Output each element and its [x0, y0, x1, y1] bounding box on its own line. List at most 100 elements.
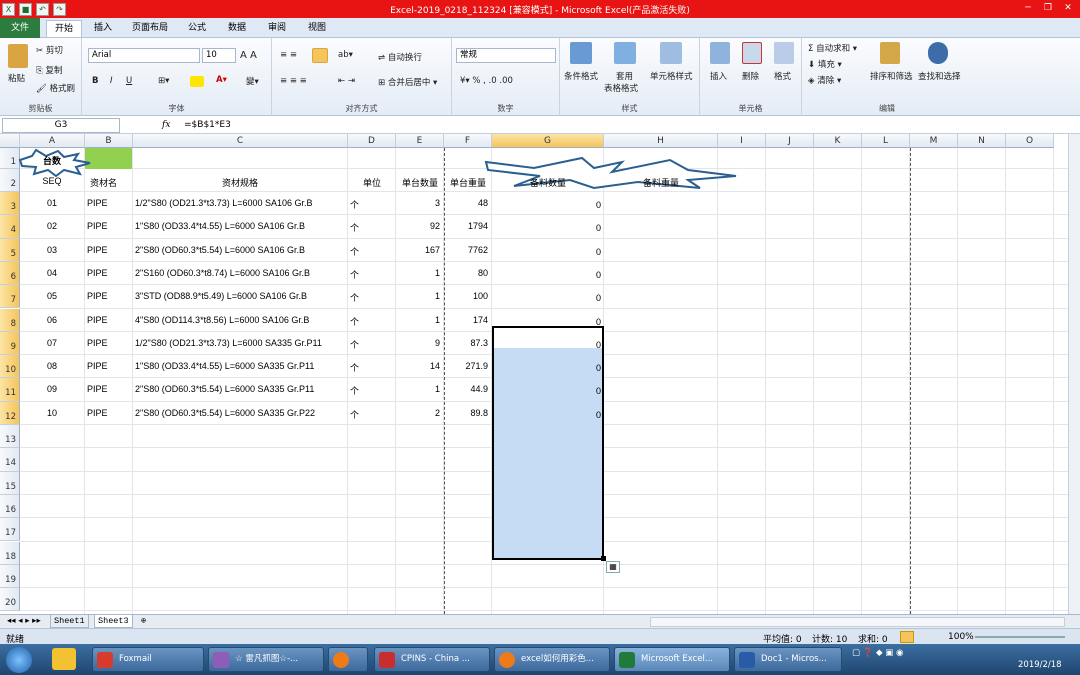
column-header[interactable]: K	[814, 134, 862, 148]
spec-cell[interactable]: 2"S160 (OD60.3*t8.74) L=6000 SA106 Gr.B	[135, 268, 347, 278]
align-left-icon[interactable]: ≡ ≡ ≡	[280, 76, 307, 86]
italic-button[interactable]: I	[110, 76, 113, 86]
number-format-select[interactable]: 常规	[456, 48, 556, 63]
seq-cell[interactable]: 08	[20, 361, 84, 371]
row-header[interactable]: 7	[0, 285, 20, 309]
find-select-icon[interactable]	[928, 42, 948, 64]
seq-cell[interactable]: 04	[20, 268, 84, 278]
weight-cell[interactable]: 1794	[444, 221, 491, 231]
vertical-scrollbar[interactable]	[1068, 134, 1080, 614]
row-header[interactable]: 18	[0, 541, 20, 565]
row-header[interactable]: 13	[0, 425, 20, 449]
format-painter-button[interactable]: 🖌 格式刷	[36, 82, 75, 94]
weight-cell[interactable]: 7762	[444, 245, 491, 255]
name-cell[interactable]: PIPE	[87, 408, 133, 418]
header-unit[interactable]: 单位	[348, 176, 396, 189]
name-cell[interactable]: PIPE	[87, 291, 133, 301]
tab-sheet3[interactable]: Sheet3	[94, 615, 133, 628]
underline-button[interactable]: U	[126, 76, 132, 86]
spec-cell[interactable]: 4"S80 (OD114.3*t8.56) L=6000 SA106 Gr.B	[135, 315, 347, 325]
format-cells-icon[interactable]	[774, 42, 794, 64]
seq-cell[interactable]: 10	[20, 408, 84, 418]
prep-qty-cell[interactable]: 0	[492, 340, 604, 350]
qty-cell[interactable]: 14	[396, 361, 443, 371]
unit-cell[interactable]: 个	[350, 315, 390, 328]
qty-cell[interactable]: 92	[396, 221, 443, 231]
excel-logo-icon[interactable]: X	[2, 2, 15, 16]
undo-icon[interactable]: ↶	[36, 2, 49, 16]
taskbar-cpins[interactable]: CPINS - China ...	[374, 647, 490, 672]
format-table-icon[interactable]	[614, 42, 636, 64]
format-cells-button[interactable]: 格式	[774, 70, 791, 82]
prep-qty-cell[interactable]: 0	[492, 247, 604, 257]
fill-button[interactable]: ⬇ 填充 ▾	[808, 58, 842, 70]
autofill-options-icon[interactable]: ▦	[606, 561, 620, 573]
name-cell[interactable]: PIPE	[87, 268, 133, 278]
tab-home[interactable]: 开始	[46, 20, 82, 37]
row-header[interactable]: 5	[0, 238, 20, 262]
find-select-button[interactable]: 查找和选择	[918, 70, 961, 82]
zoom-level[interactable]: 100%	[948, 632, 974, 642]
horizontal-scrollbar[interactable]	[650, 617, 1065, 627]
paste-icon[interactable]	[8, 44, 28, 68]
format-table-button[interactable]: 套用	[616, 70, 633, 82]
header-qty[interactable]: 单台数量	[396, 176, 444, 189]
tab-review[interactable]: 审阅	[262, 20, 292, 37]
spec-cell[interactable]: 1"S80 (OD33.4*t4.55) L=6000 SA335 Gr.P11	[135, 361, 347, 371]
column-header[interactable]: L	[862, 134, 910, 148]
seq-cell[interactable]: 06	[20, 315, 84, 325]
borders-icon[interactable]: ⊞▾	[158, 76, 169, 86]
prep-qty-cell[interactable]: 0	[492, 293, 604, 303]
prep-qty-cell[interactable]: 0	[492, 410, 604, 420]
header-name[interactable]: 资材名	[90, 176, 134, 189]
font-size-select[interactable]: 10	[202, 48, 236, 63]
column-header[interactable]: F	[444, 134, 492, 148]
header-prep-weight[interactable]: 备料重量	[604, 176, 718, 189]
font-name-select[interactable]: Arial	[88, 48, 200, 63]
column-header[interactable]: N	[958, 134, 1006, 148]
qty-cell[interactable]: 3	[396, 198, 443, 208]
row-header[interactable]: 20	[0, 588, 20, 612]
weight-cell[interactable]: 271.9	[444, 361, 491, 371]
column-header[interactable]: O	[1006, 134, 1054, 148]
spec-cell[interactable]: 1/2"S80 (OD21.3*t3.73) L=6000 SA335 Gr.P…	[135, 338, 347, 348]
name-cell[interactable]: PIPE	[87, 315, 133, 325]
column-header[interactable]: J	[766, 134, 814, 148]
currency-icon[interactable]: ¥▾ % , .0 .00	[460, 76, 513, 86]
orientation-icon[interactable]: ab▾	[338, 50, 353, 60]
align-bottom-icon[interactable]	[312, 48, 328, 63]
taskbar-capture[interactable]: ☆ 雷凡抓图☆-...	[208, 647, 324, 672]
selection-range[interactable]	[492, 326, 604, 560]
system-tray[interactable]: ▢ ❓ ◆ ▣ ◉	[852, 648, 903, 658]
column-header[interactable]: I	[718, 134, 766, 148]
seq-cell[interactable]: 02	[20, 221, 84, 231]
cell-styles-button[interactable]: 单元格样式	[650, 70, 693, 82]
seq-cell[interactable]: 05	[20, 291, 84, 301]
grow-font-icon[interactable]: A A	[240, 50, 257, 61]
prep-qty-cell[interactable]: 0	[492, 317, 604, 327]
weight-cell[interactable]: 100	[444, 291, 491, 301]
tab-file[interactable]: 文件	[0, 18, 40, 38]
row-header[interactable]: 17	[0, 518, 20, 542]
select-all-corner[interactable]	[0, 134, 20, 148]
header-seq[interactable]: SEQ	[20, 176, 84, 186]
worksheet-grid[interactable]: ABCDEFGHIJKLMNO 1 2 3 4 5 6 7 8 9 10 11 12 13 14 15 16 1…	[0, 134, 1068, 614]
prep-qty-cell[interactable]: 0	[492, 386, 604, 396]
unit-cell[interactable]: 个	[350, 198, 390, 211]
wrap-text-button[interactable]: ⇌ 自动换行	[378, 51, 422, 63]
copy-button[interactable]: ⎘ 复制	[36, 64, 63, 76]
conditional-format-button[interactable]: 条件格式	[564, 70, 598, 82]
spec-cell[interactable]: 3"STD (OD88.9*t5.49) L=6000 SA106 Gr.B	[135, 291, 347, 301]
row-header[interactable]: 1	[0, 148, 20, 169]
seq-cell[interactable]: 09	[20, 384, 84, 394]
weight-cell[interactable]: 44.9	[444, 384, 491, 394]
zoom-slider[interactable]	[975, 636, 1065, 638]
weight-cell[interactable]: 89.8	[444, 408, 491, 418]
restore-icon[interactable]: ❐	[1040, 2, 1056, 15]
header-spec[interactable]: 资材规格	[133, 176, 347, 189]
spec-cell[interactable]: 2"S80 (OD60.3*t5.54) L=6000 SA106 Gr.B	[135, 245, 347, 255]
formula-input[interactable]: =$B$1*E3	[184, 118, 231, 133]
header-prep-qty[interactable]: 备料数量	[492, 176, 604, 189]
sort-filter-button[interactable]: 排序和筛选	[870, 70, 913, 82]
qty-cell[interactable]: 167	[396, 245, 443, 255]
